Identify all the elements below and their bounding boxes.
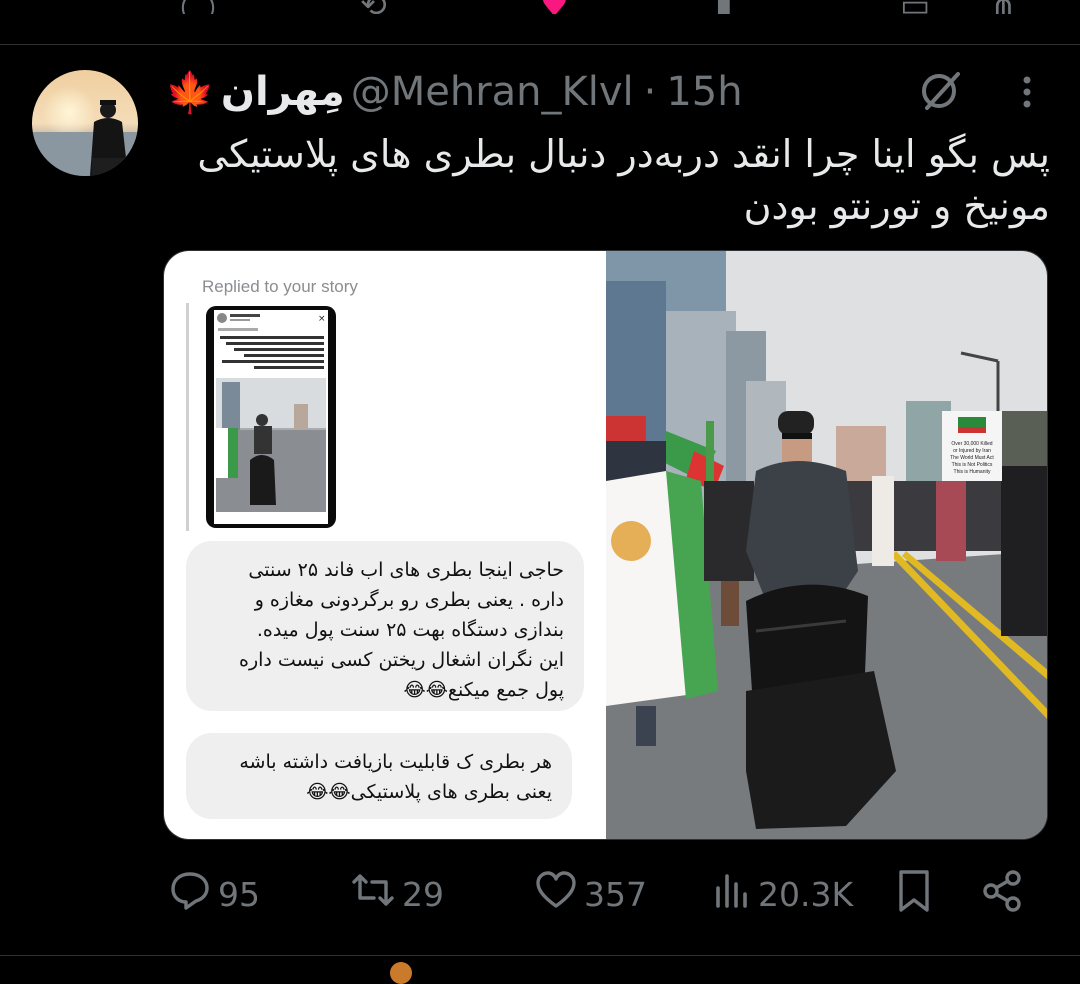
repost-button[interactable]: 29 (350, 868, 444, 920)
message-line: این نگران اشغال ریختن کسی نیست داره (239, 649, 564, 671)
avatar[interactable] (32, 70, 138, 176)
tweet-header: 🍁 مِهران @Mehran_Klvl · 15h (165, 66, 743, 118)
message-bubble: حاجی اینجا بطری های اب فاند ۲۵ سنتی داره… (186, 541, 584, 711)
like-icon[interactable]: ♥ (540, 0, 569, 14)
svg-text:×: × (318, 314, 326, 324)
bookmark-icon[interactable]: ▭ (900, 0, 930, 14)
timestamp[interactable]: 15h (666, 69, 742, 115)
message-line: بندازی دستگاه بهت ۲۵ سنت پول میده. (256, 619, 564, 641)
sign-text: This is Humanity (954, 469, 991, 475)
user-handle[interactable]: @Mehran_Klvl (351, 69, 634, 115)
previous-tweet-actions: ◯ ⟲ ♥ ▮ ▭ ⋔ (0, 0, 1080, 14)
like-button[interactable]: 357 (534, 868, 647, 920)
bookmark-button[interactable] (894, 868, 940, 922)
sign-text: This is Not Politics (952, 462, 993, 468)
story-header: Replied to your story (202, 277, 358, 296)
views-icon[interactable]: ▮ (715, 0, 733, 14)
message-line: حاجی اینجا بطری های اب فاند ۲۵ سنتی (248, 559, 564, 581)
protest-photo: Over 30,000 Killed or Injured by Iran Th… (606, 251, 1047, 839)
reply-thread-line (186, 303, 189, 531)
share-icon (980, 868, 1030, 922)
message-line: هر بطری ک قابلیت بازیافت داشته باشه (239, 751, 552, 773)
repost-icon (350, 868, 402, 920)
like-count: 357 (584, 874, 647, 914)
tweet-text-line: پس بگو اینا چرا انقد دربه‌در دنبال بطری … (197, 132, 1050, 176)
message-line: داره . یعنی بطری رو برگردونی مغازه و (254, 589, 564, 611)
share-button[interactable] (980, 868, 1030, 922)
like-icon (534, 868, 584, 920)
story-thumbnail: × (206, 306, 336, 528)
repost-count: 29 (402, 874, 444, 914)
message-line: پول جمع میکنع😂😂 (403, 679, 564, 701)
reply-button[interactable]: 95 (168, 868, 260, 920)
bookmark-icon (894, 868, 940, 922)
tweet-media[interactable]: Replied to your story × حاجی اینجا بطری … (163, 250, 1048, 840)
reply-count: 95 (218, 874, 260, 914)
reply-icon[interactable]: ◯ (180, 0, 216, 14)
grok-icon[interactable] (918, 68, 964, 118)
story-reply-screenshot: Replied to your story × حاجی اینجا بطری … (164, 251, 606, 839)
share-icon[interactable]: ⋔ (990, 0, 1017, 14)
tweet-text-line: مونیخ و تورنتو بودن (743, 184, 1050, 228)
separator-dot: · (643, 69, 657, 115)
views-icon (712, 868, 758, 920)
top-divider (0, 44, 1080, 45)
repost-icon[interactable]: ⟲ (360, 0, 387, 14)
views-count: 20.3K (758, 874, 854, 914)
display-name[interactable]: مِهران (221, 69, 345, 115)
tweet-actions: 95 29 357 20.3K (0, 868, 1080, 918)
sign-text: or Injured by Iran (953, 448, 991, 454)
sign-text: The World Must Act (950, 455, 994, 461)
message-bubble: هر بطری ک قابلیت بازیافت داشته باشه یعنی… (186, 733, 572, 819)
more-icon[interactable] (1012, 72, 1042, 116)
bottom-divider (0, 955, 1080, 956)
tweet-text: پس بگو اینا چرا انقد دربه‌در دنبال بطری … (170, 128, 1050, 232)
message-line: یعنی بطری های پلاستیکی😂😂 (306, 781, 552, 803)
maple-leaf-emoji: 🍁 (165, 69, 215, 116)
next-tweet-avatar[interactable] (390, 962, 412, 984)
views-button[interactable]: 20.3K (712, 868, 853, 920)
reply-icon (168, 868, 218, 920)
sign-text: Over 30,000 Killed (951, 441, 992, 447)
